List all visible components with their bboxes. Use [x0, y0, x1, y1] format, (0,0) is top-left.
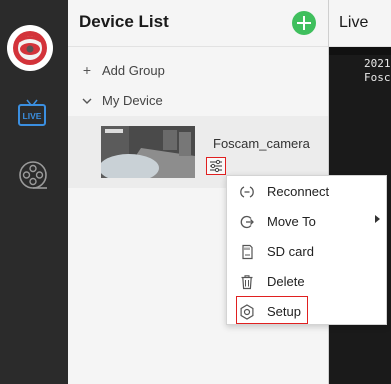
- menu-item-label: Reconnect: [267, 184, 330, 199]
- device-name: Foscam_camera: [213, 136, 310, 151]
- menu-item-reconnect[interactable]: Reconnect: [227, 176, 386, 206]
- camera-thumbnail: [101, 126, 195, 178]
- chevron-right-icon: [375, 215, 380, 223]
- add-group-button[interactable]: + Add Group: [68, 56, 328, 84]
- menu-item-move-to[interactable]: Move To: [227, 206, 386, 236]
- menu-item-label: Delete: [267, 274, 305, 289]
- device-list-title: Device List: [79, 12, 169, 31]
- menu-item-label: Move To: [267, 214, 316, 229]
- chevron-down-icon: [80, 92, 94, 108]
- film-reel-icon[interactable]: [18, 160, 48, 190]
- menu-item-sd-card[interactable]: SD card: [227, 236, 386, 266]
- trash-icon: [239, 274, 255, 290]
- live-header: Live: [329, 0, 391, 47]
- plus-circle-icon[interactable]: [292, 11, 316, 35]
- sd-card-icon: [239, 244, 255, 260]
- menu-item-delete[interactable]: Delete: [227, 266, 386, 296]
- live-icon-label: LIVE: [23, 111, 42, 121]
- reconnect-icon: [239, 184, 255, 200]
- osd-date-text: 2021: [364, 57, 391, 70]
- device-context-menu: Reconnect Move To SD card Delete Setup: [226, 175, 387, 325]
- live-tv-icon[interactable]: LIVE: [17, 99, 47, 127]
- my-device-label: My Device: [102, 92, 163, 108]
- plus-icon: +: [82, 62, 92, 78]
- menu-item-label: SD card: [267, 244, 314, 259]
- add-group-label: Add Group: [102, 62, 165, 78]
- left-nav-rail: LIVE: [0, 0, 68, 384]
- osd-camera-text: Fosc: [364, 71, 391, 84]
- live-title: Live: [339, 14, 369, 31]
- setup-highlight-box: [236, 296, 308, 324]
- foscam-logo-icon[interactable]: [7, 25, 53, 71]
- device-list-header: Device List: [68, 0, 328, 47]
- move-to-icon: [239, 214, 255, 230]
- my-device-group[interactable]: My Device: [68, 86, 328, 114]
- sliders-icon[interactable]: [206, 157, 226, 175]
- app-window: LIVE Device List + Add Group My Device F…: [0, 0, 391, 384]
